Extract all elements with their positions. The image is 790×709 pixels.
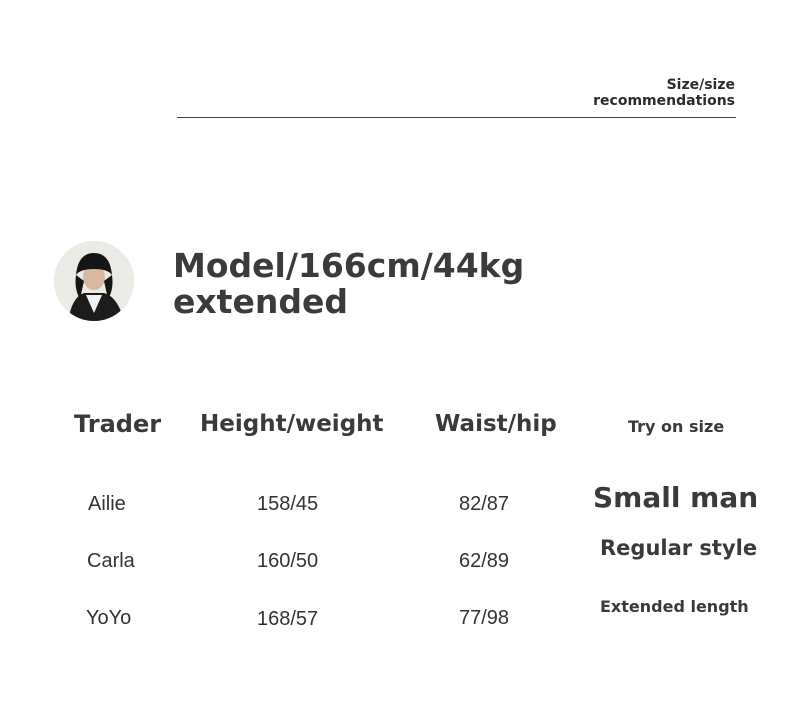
- row-trader: Ailie: [88, 493, 126, 515]
- row-waist-hip: 82/87: [459, 493, 510, 515]
- try-on-size-label: Extended length: [600, 597, 749, 616]
- row-height-weight: 160/50: [257, 550, 319, 572]
- row-waist-hip: 77/98: [459, 607, 510, 629]
- header-try-on-size: Try on size: [628, 417, 725, 436]
- section-title: Size/size recommendations: [535, 77, 735, 109]
- row-trader: YoYo: [86, 607, 132, 629]
- try-on-size-label: Regular style: [600, 536, 758, 560]
- row-height-weight: 168/57: [257, 608, 319, 630]
- row-height-weight: 158/45: [257, 493, 319, 515]
- section-title-line2: recommendations: [593, 93, 735, 109]
- model-portrait-icon: [54, 241, 134, 321]
- section-title-line1: Size/size: [666, 77, 735, 93]
- header-trader: Trader: [74, 410, 162, 438]
- header-divider: [177, 117, 736, 118]
- try-on-size-label: Small man: [593, 481, 759, 514]
- model-info: Model/166cm/44kg extended: [173, 248, 524, 320]
- row-trader: Carla: [87, 550, 135, 572]
- model-size: extended: [173, 282, 348, 321]
- header-height-weight: Height/weight: [200, 411, 384, 437]
- row-waist-hip: 62/89: [459, 550, 510, 572]
- header-waist-hip: Waist/hip: [435, 411, 557, 437]
- model-avatar-icon: [54, 241, 134, 321]
- model-measurements: Model/166cm/44kg: [173, 246, 525, 285]
